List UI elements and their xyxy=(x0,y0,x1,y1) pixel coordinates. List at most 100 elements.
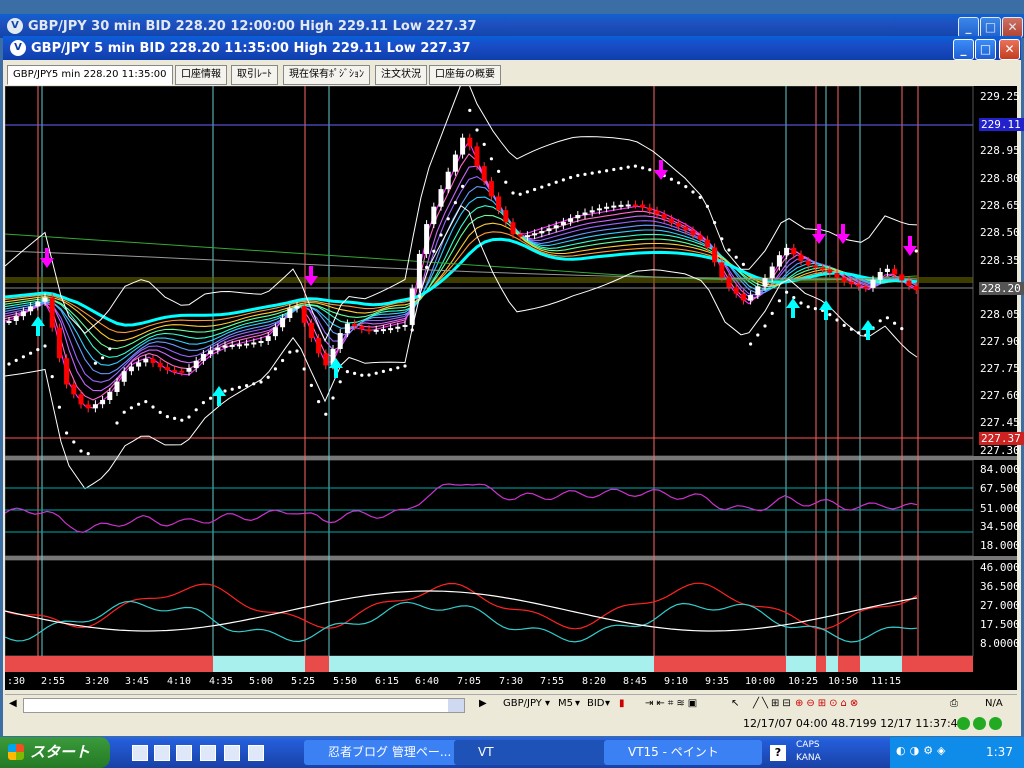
quicklaunch-icon[interactable] xyxy=(248,745,264,761)
psar-dot xyxy=(468,108,472,112)
time-axis-label: 9:10 xyxy=(664,676,689,687)
psar-dot xyxy=(43,344,47,348)
close-button[interactable]: ✕ xyxy=(999,39,1020,60)
candle-body xyxy=(690,230,696,236)
help-icon[interactable]: ? xyxy=(770,745,786,761)
background-window-title: GBP/JPY 30 min BID 228.20 12:00:00 High … xyxy=(28,19,477,34)
psar-dot xyxy=(93,361,97,365)
na-select[interactable]: N/A xyxy=(985,698,1003,709)
psar-dot xyxy=(799,301,803,305)
candle-body xyxy=(380,329,386,332)
low-price-tag: 227.37 xyxy=(979,432,1024,445)
psar-dot xyxy=(489,157,493,161)
tab-chart[interactable]: GBP/JPY5 min 228.20 11:35:00 xyxy=(7,65,173,85)
trend-segment-bull xyxy=(826,656,838,672)
time-axis-label: 10:00 xyxy=(745,676,776,687)
psar-dot xyxy=(857,331,861,335)
candle-body xyxy=(575,215,581,219)
psar-dot xyxy=(360,373,364,377)
drawing-tool-icons[interactable]: ╱╲⊞⊟ xyxy=(753,698,794,709)
psar-dot xyxy=(605,169,609,173)
psar-dot xyxy=(569,175,573,180)
psar-dot xyxy=(50,375,54,379)
scroll-right-icon[interactable]: ▶ xyxy=(479,698,487,709)
psar-dot xyxy=(504,180,508,184)
timeframe-select[interactable]: M5 xyxy=(558,698,573,709)
psar-dot xyxy=(410,328,414,332)
candle-body xyxy=(769,266,775,279)
candle-body xyxy=(798,254,804,261)
taskbar-item-vt[interactable]: VT xyxy=(454,740,612,765)
quicklaunch-icon[interactable] xyxy=(200,745,216,761)
dropdown-arrow-icon[interactable]: ▾ xyxy=(575,698,580,709)
trend-segment-bear xyxy=(5,656,213,672)
psar-dot xyxy=(633,164,638,168)
quicklaunch-icon[interactable] xyxy=(154,745,170,761)
print-icon[interactable]: ⎙ xyxy=(950,698,958,709)
tab-orders[interactable]: 注文状況 xyxy=(375,65,427,85)
symbol-select[interactable]: GBP/JPY xyxy=(503,698,542,709)
scrollbar-thumb[interactable] xyxy=(448,699,464,712)
candle-body xyxy=(114,381,120,392)
candle-body xyxy=(812,265,818,268)
time-axis-label: 2:55 xyxy=(41,676,66,687)
psar-dot xyxy=(72,440,76,444)
zoom-icons[interactable]: ⊕⊖⊞⊙⌂⊗ xyxy=(795,698,861,709)
chart-window-titlebar[interactable]: V GBP/JPY 5 min BID 228.20 11:35:00 High… xyxy=(3,36,1021,62)
background-minimize-button[interactable]: _ xyxy=(958,17,979,38)
rsi-axis-label: 51.000 xyxy=(980,502,1020,515)
candle-body xyxy=(272,327,278,337)
candle-body xyxy=(452,154,458,172)
candle-body xyxy=(316,338,322,354)
dropdown-arrow-icon[interactable]: ▾ xyxy=(545,698,550,709)
candle-body xyxy=(294,306,300,309)
taskbar-item-browser[interactable]: 忍者ブログ 管理ペー... xyxy=(304,740,462,765)
tab-rates[interactable]: 取引ﾚｰﾄ xyxy=(231,65,278,85)
background-maximize-button[interactable]: □ xyxy=(980,17,1001,38)
psar-dot xyxy=(209,396,213,400)
candle-body xyxy=(222,345,228,348)
background-window-titlebar[interactable]: V GBP/JPY 30 min BID 228.20 12:00:00 Hig… xyxy=(0,14,1024,38)
scroll-left-icon[interactable]: ◀ xyxy=(9,698,17,709)
chart-tool-icons[interactable]: ⇥⇤⌗≋▣ xyxy=(645,698,700,709)
candle-body xyxy=(640,204,646,208)
psar-dot xyxy=(835,318,839,322)
horizontal-scrollbar[interactable] xyxy=(23,698,465,713)
candle-body xyxy=(776,255,782,267)
connection-status-icon xyxy=(973,717,986,730)
taskbar-item-paint[interactable]: VT15 - ペイント xyxy=(604,740,762,765)
tab-account-info[interactable]: 口座情報 xyxy=(175,65,227,85)
tab-positions[interactable]: 現在保有ﾎﾟｼﾞｼｮﾝ xyxy=(283,65,370,85)
candle-body xyxy=(697,235,703,240)
psar-dot xyxy=(691,190,695,194)
candle-body xyxy=(244,343,250,346)
cursor-icon[interactable]: ↖ xyxy=(731,698,739,709)
candle-body xyxy=(28,306,34,312)
background-close-button[interactable]: ✕ xyxy=(1002,17,1023,38)
start-button[interactable]: スタート xyxy=(0,737,110,768)
tray-icons[interactable]: ◐◑⚙◈ xyxy=(896,744,950,757)
candle-body xyxy=(150,358,156,364)
chart-area[interactable]: 229.25 228.95 228.80 228.65 228.50 228.3… xyxy=(5,86,1024,690)
candle-body xyxy=(524,235,530,238)
candle-body xyxy=(431,206,437,225)
candle-body xyxy=(323,353,329,366)
psar-dot xyxy=(353,371,357,375)
candle-body xyxy=(438,189,444,207)
chart-window-title: GBP/JPY 5 min BID 228.20 11:35:00 High 2… xyxy=(31,41,471,56)
quicklaunch-icon[interactable] xyxy=(224,745,240,761)
price-side-select[interactable]: BID xyxy=(587,698,605,709)
maximize-button[interactable]: □ xyxy=(975,39,996,60)
psar-dot xyxy=(345,370,349,374)
candle-body xyxy=(136,362,142,367)
time-axis-label: 4:10 xyxy=(167,676,192,687)
dropdown-arrow-icon[interactable]: ▾ xyxy=(605,698,610,709)
quicklaunch-icon[interactable] xyxy=(132,745,148,761)
candle-body xyxy=(488,181,494,197)
quicklaunch-icon[interactable] xyxy=(176,745,192,761)
psar-dot xyxy=(756,333,760,337)
psar-dot xyxy=(86,452,90,456)
candle-type-icon[interactable]: ▮ xyxy=(619,698,625,709)
minimize-button[interactable]: _ xyxy=(953,39,974,60)
tab-account-summary[interactable]: 口座毎の概要 xyxy=(429,65,501,85)
